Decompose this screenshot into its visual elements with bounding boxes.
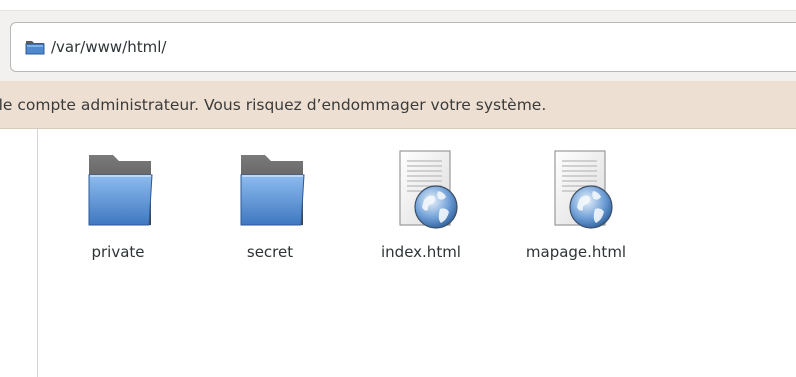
warning-message: ez le compte administrateur. Vous risque… xyxy=(0,95,547,114)
folder-icon xyxy=(25,39,45,55)
admin-warning-bar: ez le compte administrateur. Vous risque… xyxy=(0,81,796,129)
folder-icon xyxy=(225,145,315,235)
file-name: secret xyxy=(246,243,294,261)
sidebar-divider[interactable] xyxy=(37,129,38,377)
folder-icon xyxy=(73,145,163,235)
html-document-icon xyxy=(376,145,466,235)
location-bar[interactable]: /var/www/html/ xyxy=(10,22,796,72)
file-name: mapage.html xyxy=(525,243,627,261)
location-path[interactable]: /var/www/html/ xyxy=(51,38,166,56)
file-item-private[interactable]: private xyxy=(58,145,178,261)
file-name: private xyxy=(91,243,145,261)
file-view[interactable]: private secret index.html mapage.html xyxy=(0,129,796,377)
file-name: index.html xyxy=(381,243,461,261)
file-item-secret[interactable]: secret xyxy=(210,145,330,261)
file-item-index-html[interactable]: index.html xyxy=(361,145,481,261)
file-item-mapage-html[interactable]: mapage.html xyxy=(516,145,636,261)
html-document-icon xyxy=(531,145,621,235)
